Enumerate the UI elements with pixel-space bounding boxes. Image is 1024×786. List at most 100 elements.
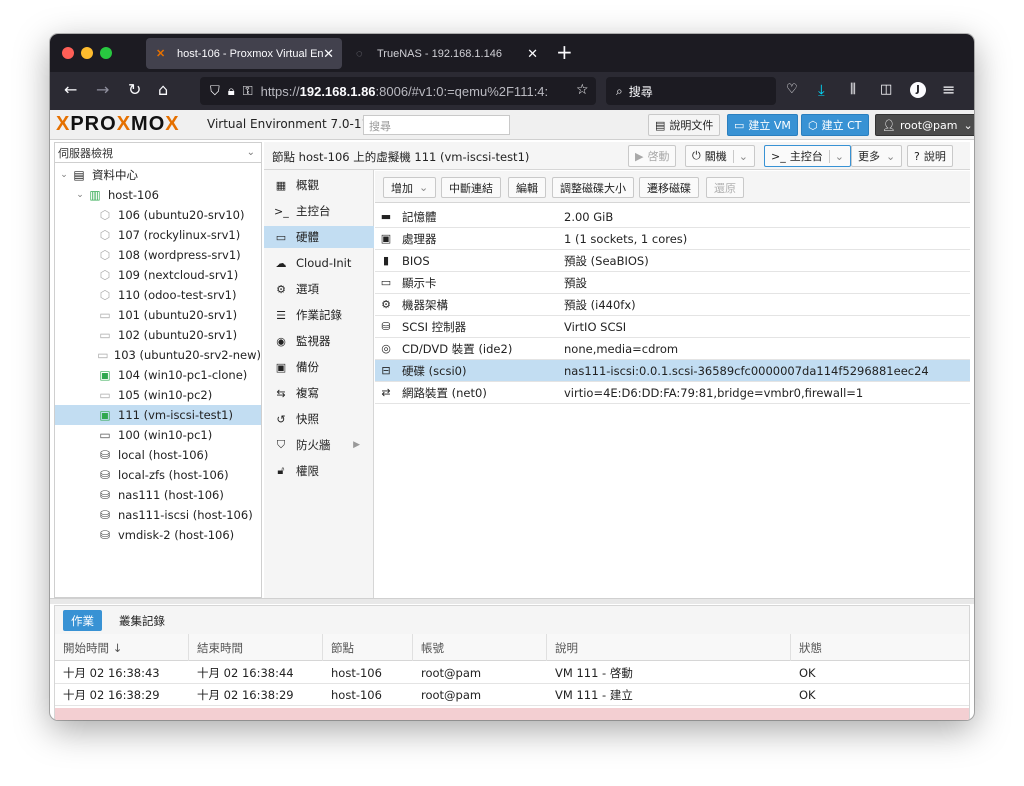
nav-item-summary[interactable]: ▦ 概觀 bbox=[264, 174, 374, 196]
chevron-down-icon[interactable]: ⌄ bbox=[732, 149, 748, 163]
tree-item-storage[interactable]: ⛁ nas111-iscsi (host-106) bbox=[55, 505, 261, 525]
close-icon[interactable]: ✕ bbox=[527, 46, 538, 62]
sidebar-icon[interactable]: ◫ bbox=[880, 80, 892, 100]
more-button[interactable]: 更多 ⌄ bbox=[851, 145, 903, 167]
tree-item-vm[interactable]: ▣ 104 (win10-pc1-clone) bbox=[55, 365, 261, 385]
bookmark-star-icon[interactable]: ☆ bbox=[576, 80, 589, 100]
nav-item-hardware[interactable]: ▭ 硬體 bbox=[264, 226, 374, 248]
nav-item-snapshot[interactable]: ↺ 快照 bbox=[264, 408, 374, 430]
backup-icon: ▣ bbox=[275, 360, 287, 374]
close-icon[interactable]: ✕ bbox=[323, 46, 334, 62]
tree-item-storage[interactable]: ⛁ local-zfs (host-106) bbox=[55, 465, 261, 485]
hardware-row[interactable]: ▣ 處理器 1 (1 sockets, 1 cores) bbox=[375, 228, 970, 250]
nav-item-backup[interactable]: ▣ 備份 bbox=[264, 356, 374, 378]
key-icon[interactable]: ⚿ bbox=[243, 83, 253, 99]
table-row[interactable]: 十月 02 16:38:43 十月 02 16:38:44 host-106 r… bbox=[55, 662, 969, 684]
user-menu-button[interactable]: 👤︎ root@pam ⌄ bbox=[875, 114, 974, 136]
tree-item-vm[interactable]: ▭ 102 (ubuntu20-srv1) bbox=[55, 325, 261, 345]
hardware-row[interactable]: ▬ 記憶體 2.00 GiB bbox=[375, 206, 970, 228]
hardware-row[interactable]: ▮ BIOS 預設 (SeaBIOS) bbox=[375, 250, 970, 272]
hardware-row[interactable]: ⚙ 機器架構 預設 (i440fx) bbox=[375, 294, 970, 316]
menu-icon[interactable]: ≡ bbox=[942, 80, 955, 100]
detach-button[interactable]: 中斷連結 bbox=[441, 177, 501, 198]
collapse-icon[interactable]: ⌄ bbox=[57, 170, 71, 180]
library-icon[interactable]: ⫼ bbox=[850, 80, 856, 100]
browser-search-box[interactable]: ⌕ 搜尋 bbox=[606, 77, 776, 105]
console-button[interactable]: >_ 主控台 ⌄ bbox=[764, 145, 851, 167]
add-button[interactable]: 增加 ⌄ bbox=[383, 177, 437, 198]
zoom-window-button[interactable] bbox=[100, 47, 112, 59]
download-icon[interactable]: ⤓ bbox=[818, 80, 825, 100]
new-tab-button[interactable]: + bbox=[556, 42, 573, 62]
tree-item-vm-selected[interactable]: ▣ 111 (vm-iscsi-test1) bbox=[55, 405, 261, 425]
browser-tab-truenas[interactable]: ◌ TrueNAS - 192.168.1.146 ✕ bbox=[346, 38, 546, 69]
hardware-row[interactable]: ⇄ 網路裝置 (net0) virtio=4E:D6:DD:FA:79:81,bri… bbox=[375, 382, 970, 404]
create-vm-button[interactable]: ▭ 建立 VM bbox=[727, 114, 798, 136]
tree-item-vm[interactable]: ▭ 103 (ubuntu20-srv2-new) bbox=[55, 345, 261, 365]
storage-icon: ⛁ bbox=[99, 488, 111, 502]
revert-button[interactable]: 還原 bbox=[706, 177, 744, 198]
reload-icon[interactable]: ↻ bbox=[128, 80, 141, 100]
tree-item-vm[interactable]: ⬡ 107 (rockylinux-srv1) bbox=[55, 225, 261, 245]
url-bar[interactable]: ⛉ 🔒︎ ⚿ https://192.168.1.86:8006/#v1:0:=… bbox=[200, 77, 596, 105]
back-icon[interactable]: ← bbox=[64, 80, 77, 100]
hardware-row-selected[interactable]: ⊟ 硬碟 (scsi0) nas111-iscsi:0.0.1.scsi-36589… bbox=[375, 360, 970, 382]
tree-item-vm[interactable]: ⬡ 109 (nextcloud-srv1) bbox=[55, 265, 261, 285]
column-header[interactable]: 狀態 bbox=[791, 634, 969, 661]
tree-item-storage[interactable]: ⛁ local (host-106) bbox=[55, 445, 261, 465]
tree-item-storage[interactable]: ⛁ nas111 (host-106) bbox=[55, 485, 261, 505]
home-icon[interactable]: ⌂ bbox=[158, 80, 168, 100]
tree-item-node[interactable]: ⌄ ▥ host-106 bbox=[55, 185, 261, 205]
column-header[interactable]: 節點 bbox=[323, 634, 413, 661]
edit-button[interactable]: 編輯 bbox=[508, 177, 546, 198]
minimize-window-button[interactable] bbox=[81, 47, 93, 59]
tree-item-vm[interactable]: ▭ 101 (ubuntu20-srv1) bbox=[55, 305, 261, 325]
chevron-down-icon[interactable]: ⌄ bbox=[828, 149, 844, 163]
move-disk-button[interactable]: 遷移磁碟 bbox=[639, 177, 699, 198]
nav-item-monitor[interactable]: ◉ 監視器 bbox=[264, 330, 374, 352]
nav-item-permissions[interactable]: 🔓︎ 權限 bbox=[264, 460, 374, 482]
tree-item-vm[interactable]: ▭ 100 (win10-pc1) bbox=[55, 425, 261, 445]
tree-item-vm[interactable]: ⬡ 108 (wordpress-srv1) bbox=[55, 245, 261, 265]
shield-icon[interactable]: ⛉ bbox=[210, 83, 220, 99]
collapse-icon[interactable]: ⌄ bbox=[73, 190, 87, 200]
tree-item-datacenter[interactable]: ⌄ ▤ 資料中心 bbox=[55, 165, 261, 185]
hardware-row[interactable]: ▭ 顯示卡 預設 bbox=[375, 272, 970, 294]
docs-button[interactable]: ▤ 說明文件 bbox=[648, 114, 721, 136]
table-row[interactable]: 十月 02 16:38:29 十月 02 16:38:29 host-106 r… bbox=[55, 684, 969, 706]
view-selector[interactable]: 伺服器檢視 ⌄ bbox=[55, 143, 261, 163]
tree-item-vm[interactable]: ⬡ 106 (ubuntu20-srv10) bbox=[55, 205, 261, 225]
resize-disk-button[interactable]: 調整磁碟大小 bbox=[552, 177, 634, 198]
forward-icon[interactable]: → bbox=[96, 80, 109, 100]
column-header[interactable]: 開始時間 ↓ bbox=[55, 634, 189, 661]
tree-item-storage[interactable]: ⛁ vmdisk-2 (host-106) bbox=[55, 525, 261, 545]
column-header[interactable]: 帳號 bbox=[413, 634, 547, 661]
table-row-error[interactable] bbox=[55, 708, 969, 720]
column-header[interactable]: 說明 bbox=[547, 634, 791, 661]
profile-avatar[interactable]: J bbox=[910, 82, 926, 98]
lock-icon[interactable]: 🔒︎ bbox=[228, 83, 235, 99]
nav-item-replication[interactable]: ⇆ 複寫 bbox=[264, 382, 374, 404]
tree-item-vm[interactable]: ⬡ 110 (odoo-test-srv1) bbox=[55, 285, 261, 305]
close-window-button[interactable] bbox=[62, 47, 74, 59]
tree-item-vm[interactable]: ▭ 105 (win10-pc2) bbox=[55, 385, 261, 405]
nav-item-tasklog[interactable]: ☰ 作業記錄 bbox=[264, 304, 374, 326]
tab-tasks[interactable]: 作業 bbox=[63, 610, 102, 631]
nav-item-console[interactable]: >_ 主控台 bbox=[264, 200, 374, 222]
nav-item-options[interactable]: ⚙ 選項 bbox=[264, 278, 374, 300]
help-button[interactable]: ? 說明 bbox=[907, 145, 953, 167]
panel-splitter[interactable] bbox=[50, 598, 974, 604]
tab-cluster-log[interactable]: 叢集記錄 bbox=[111, 610, 173, 631]
shutdown-button[interactable]: ⏻ 關機 ⌄ bbox=[685, 145, 755, 167]
nav-item-firewall[interactable]: ⛉ 防火牆 ▶ bbox=[264, 434, 374, 456]
start-button[interactable]: ▶ 啓動 bbox=[628, 145, 677, 167]
create-ct-button[interactable]: ⬡ 建立 CT bbox=[801, 114, 869, 136]
pocket-icon[interactable]: ♡ bbox=[786, 80, 798, 100]
column-header[interactable]: 結束時間 bbox=[189, 634, 323, 661]
bios-icon: ▮ bbox=[382, 254, 390, 267]
hardware-row[interactable]: ⛁ SCSI 控制器 VirtIO SCSI bbox=[375, 316, 970, 338]
header-search-input[interactable]: 搜尋 bbox=[363, 115, 510, 135]
nav-item-cloudinit[interactable]: ☁ Cloud-Init bbox=[264, 252, 374, 274]
hardware-row[interactable]: ◎ CD/DVD 裝置 (ide2) none,media=cdrom bbox=[375, 338, 970, 360]
browser-tab-proxmox[interactable]: ✕ host-106 - Proxmox Virtual Envi ✕ bbox=[146, 38, 342, 69]
